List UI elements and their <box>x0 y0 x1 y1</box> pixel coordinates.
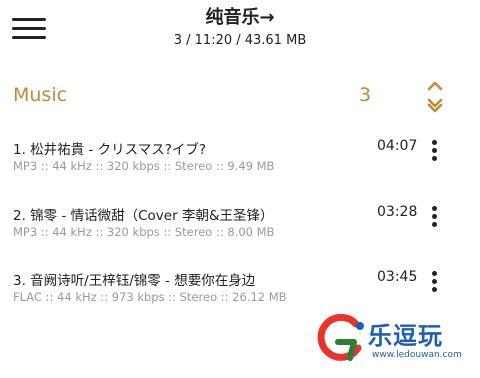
app-header: 纯音乐→ 3 / 11:20 / 43.61 MB <box>0 0 480 62</box>
track-title: 3. 音阙诗听/王梓钰/锦零 - 想要你在身边 <box>13 273 256 289</box>
track-duration: 03:28 <box>377 204 418 220</box>
section-header-music[interactable]: Music 3 <box>0 80 480 114</box>
playlist-summary: 3 / 11:20 / 43.61 MB <box>173 33 307 48</box>
track-meta: FLAC :: 44 kHz :: 973 kbps :: Stereo :: … <box>13 290 287 304</box>
track-duration: 04:07 <box>377 138 418 154</box>
title-block: 纯音乐→ 3 / 11:20 / 43.61 MB <box>90 6 390 50</box>
watermark: 乐逗玩 www.ledouwan.com <box>314 313 474 374</box>
watermark-logo-icon <box>314 313 368 366</box>
chevron-up-down-icon[interactable] <box>424 80 446 114</box>
watermark-url: www.ledouwan.com <box>372 350 462 360</box>
track-meta: MP3 :: 44 kHz :: 320 kbps :: Stereo :: 9… <box>13 159 275 173</box>
page-title: 纯音乐→ <box>205 7 275 28</box>
track-title: 2. 锦零 - 情话微甜（Cover 李朝&王圣锋） <box>13 208 274 224</box>
more-vert-icon[interactable] <box>427 140 441 170</box>
section-label: Music <box>13 84 68 106</box>
track-meta: MP3 :: 44 kHz :: 320 kbps :: Stereo :: 8… <box>13 225 275 239</box>
more-vert-icon[interactable] <box>427 206 441 236</box>
track-title: 1. 松井祐貴 - クリスマス?イブ? <box>13 142 207 158</box>
watermark-name: 乐逗玩 <box>368 322 443 350</box>
more-vert-icon[interactable] <box>427 271 441 301</box>
track-row[interactable]: 1. 松井祐貴 - クリスマス?イブ? MP3 :: 44 kHz :: 320… <box>0 138 480 198</box>
track-duration: 03:45 <box>377 269 418 285</box>
track-row[interactable]: 2. 锦零 - 情话微甜（Cover 李朝&王圣锋） MP3 :: 44 kHz… <box>0 204 480 264</box>
section-count: 3 <box>359 84 372 106</box>
hamburger-menu-icon[interactable] <box>12 18 46 44</box>
